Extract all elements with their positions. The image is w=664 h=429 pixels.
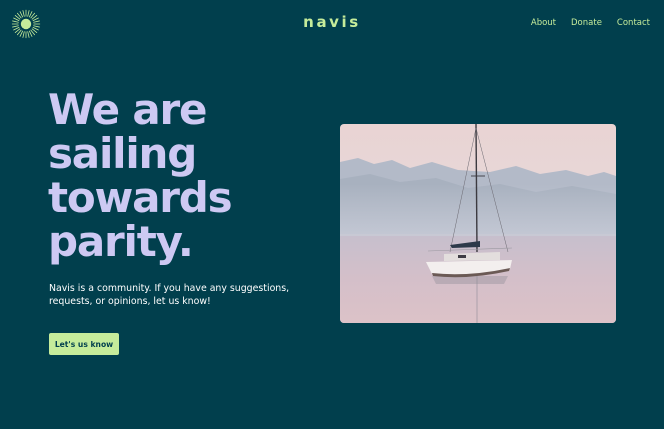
nav-link-contact[interactable]: Contact [617, 17, 650, 29]
hero-intro-text: Navis is a community. If you have any su… [49, 283, 290, 307]
headline-line: parity. [48, 217, 194, 266]
nav-link-donate[interactable]: Donate [571, 17, 602, 29]
hero-photo [340, 124, 616, 323]
sailboat-on-lake-photo [340, 124, 616, 323]
nav-link-about[interactable]: About [531, 17, 556, 29]
hero-headline: We are sailing towards parity. [48, 88, 328, 264]
headline-line: sailing [48, 129, 197, 178]
headline-line: We are [48, 85, 207, 134]
contact-cta-button[interactable]: Let's us know [49, 333, 119, 355]
headline-line: towards [48, 173, 233, 222]
main-nav: About Donate Contact [531, 17, 650, 29]
